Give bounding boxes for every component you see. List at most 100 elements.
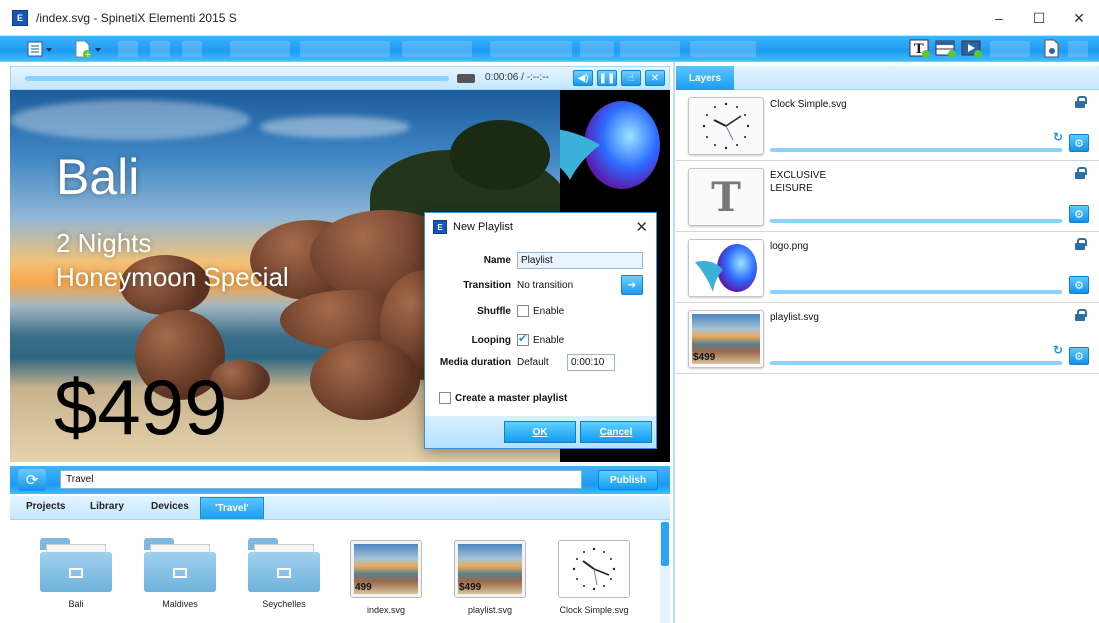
clock-thumbnail [558,540,630,598]
layer-row[interactable]: $499 playlist.svg ↻ ⚙ [676,305,1099,374]
layer-settings-button[interactable]: ⚙ [1069,347,1089,365]
new-document-icon: + [75,40,101,58]
undo-icon[interactable] [150,41,170,57]
window-title: /index.svg - SpinetiX Elementi 2015 S [36,10,237,25]
gear-icon: ⚙ [1074,350,1084,363]
promo-title: Bali [56,149,140,205]
hand-icon: ☝ [627,72,635,84]
refresh-button[interactable]: ⟳ [18,469,46,491]
layer-row[interactable]: Clock Simple.svg ↻ ⚙ [676,92,1099,161]
close-icon: ✕ [650,72,660,84]
transition-label: Transition [463,280,511,291]
minimize-button[interactable]: – [979,0,1019,36]
layer-thumbnail [688,239,764,297]
folder-icon [144,538,216,592]
app-icon: E [433,220,447,234]
tab-projects[interactable]: Projects [26,501,65,512]
pause-button[interactable]: ❚❚ [597,70,617,86]
layer-row[interactable]: T EXCLUSIVE LEISURE ⚙ [676,163,1099,232]
media-duration-input[interactable]: 0:00:10 [567,354,615,371]
svg-text:+: + [85,50,92,58]
layer-settings-button[interactable]: ⚙ [1069,134,1089,152]
promo-line-1: 2 Nights [56,228,152,258]
lock-icon[interactable] [1075,96,1087,108]
app-icon: E [12,9,28,26]
add-table-layer-button[interactable] [934,39,958,59]
name-input[interactable]: Playlist [517,252,643,269]
library-item-playlist[interactable]: $499 playlist.svg [450,540,530,615]
scrollbar-thumb[interactable] [661,522,669,566]
transition-button[interactable]: ➔ [621,275,643,295]
help-icon[interactable] [1068,41,1088,57]
layer-timeline-bar[interactable] [770,219,1062,223]
speaker-icon: ◀) [577,72,589,84]
library-item-bali[interactable]: Bali [36,538,116,609]
master-playlist-checkbox[interactable] [439,392,451,404]
library-item-index[interactable]: 499 index.svg [346,540,426,615]
gear-icon: ⚙ [1074,208,1084,221]
layers-header: Layers [676,66,1099,90]
lock-icon[interactable] [1075,167,1087,179]
new-file-button[interactable]: + [70,39,106,59]
looping-checkbox[interactable] [517,332,529,346]
folder-icon [40,538,112,592]
transition-value: No transition [517,280,574,291]
close-preview-button[interactable]: ✕ [645,70,665,86]
redo-icon[interactable] [182,41,202,57]
cancel-button[interactable]: Cancel [580,421,652,443]
add-media-layer-button[interactable] [960,39,984,59]
sync-icon: ↻ [1052,130,1063,144]
text-style-group[interactable] [620,41,680,57]
title-bar: E /index.svg - SpinetiX Elementi 2015 S … [0,0,1099,36]
ok-button[interactable]: OK [504,421,576,443]
sound-button[interactable]: ◀) [573,70,593,86]
tab-travel[interactable]: 'Travel' [200,497,264,519]
layer-timeline-bar[interactable] [770,290,1062,294]
layer-timeline-bar[interactable] [770,361,1062,365]
layer-settings-button[interactable]: ⚙ [1069,205,1089,223]
project-path-input[interactable]: Travel [60,470,582,489]
tab-devices[interactable]: Devices [151,501,189,512]
shuffle-checkbox[interactable] [517,305,529,317]
layer-tools-group[interactable] [990,41,1030,57]
tab-library[interactable]: Library [90,501,124,512]
main-menu-button[interactable] [24,39,58,59]
panel-splitter[interactable] [673,62,675,623]
library-item-clock[interactable]: Clock Simple.svg [554,540,634,615]
dialog-close-button[interactable]: ✕ [635,218,648,236]
layer-thumbnail [688,97,764,155]
cloud [260,116,410,138]
edit-tools-group[interactable] [230,41,290,57]
lock-icon[interactable] [1075,238,1087,250]
align-tools-group[interactable] [300,41,390,57]
library-item-seychelles[interactable]: Seychelles [244,538,324,609]
rock [310,340,420,420]
lock-icon[interactable] [1075,309,1087,321]
library-item-label: index.svg [366,605,406,615]
font-size-select[interactable] [580,41,614,57]
playlist-thumbnail: $499 [454,540,526,598]
library-item-maldives[interactable]: Maldives [140,538,220,609]
timeline-scrubber[interactable] [25,76,449,81]
menu-icon [27,41,52,57]
dialog-title-bar: E New Playlist [425,213,656,241]
library-grid: Bali Maldives Seychelles 499 index.svg $… [10,520,670,623]
layer-row[interactable]: logo.png ⚙ [676,234,1099,303]
media-duration-mode: Default [517,357,549,368]
publish-button[interactable]: Publish [598,470,658,490]
layer-name: playlist.svg [770,312,819,323]
properties-button[interactable] [1040,39,1064,59]
shape-tools-group[interactable] [402,41,472,57]
layer-settings-button[interactable]: ⚙ [1069,276,1089,294]
close-button[interactable]: ✕ [1059,0,1099,36]
maximize-button[interactable]: ☐ [1019,0,1059,36]
tab-layers[interactable]: Layers [676,66,734,90]
layer-timeline-bar[interactable] [770,148,1062,152]
add-text-layer-button[interactable]: T [908,39,932,59]
library-scrollbar[interactable] [660,520,670,623]
save-icon[interactable] [118,41,138,57]
interact-button[interactable]: ☝ [621,70,641,86]
paragraph-group[interactable] [690,41,756,57]
folder-icon [248,538,320,592]
font-family-select[interactable] [490,41,572,57]
